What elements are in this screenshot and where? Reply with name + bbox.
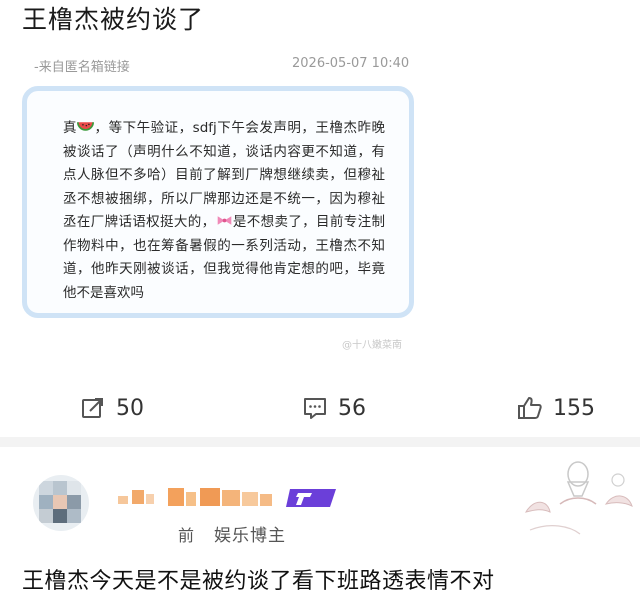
quote-card-text: 真，等下午验证，sdfj下午会发声明，王橹杰昨晚被谈话了（声明什么不知道，谈话内…	[63, 117, 385, 305]
like-count: 155	[553, 395, 595, 421]
watermelon-icon	[77, 122, 95, 131]
repost-icon	[82, 398, 103, 418]
post-title: 王橹杰被约谈了	[22, 5, 205, 34]
section-divider	[0, 437, 640, 447]
user-tag-prefix: 前	[178, 526, 195, 545]
repost-button[interactable]: 50	[80, 388, 144, 428]
comment-count: 56	[338, 395, 366, 421]
decorative-card-background	[524, 461, 633, 535]
post-timestamp: 2026-05-07 10:40	[292, 56, 410, 71]
like-button[interactable]: 155	[517, 388, 595, 428]
bow-icon	[217, 216, 231, 225]
repost-count: 50	[116, 395, 144, 421]
username-blurred[interactable]	[118, 488, 272, 508]
user-tag: 娱乐博主	[214, 526, 286, 546]
comment-button[interactable]: 56	[302, 388, 366, 428]
vip-badge-icon	[286, 489, 336, 507]
watermark: @十八嫩菜南	[342, 340, 402, 351]
comment-text: 王橹杰今天是不是被约谈了看下班路透表情不对	[22, 569, 495, 594]
avatar[interactable]	[33, 475, 89, 531]
quote-card: 真，等下午验证，sdfj下午会发声明，王橹杰昨晚被谈话了（声明什么不知道，谈话内…	[22, 86, 414, 318]
thumbs-up-icon	[518, 397, 542, 419]
post-source[interactable]: -来自匿名箱链接	[34, 56, 130, 75]
action-bar: 50 56 155	[0, 388, 640, 428]
comment-icon	[304, 398, 326, 419]
card-text-start: 真	[63, 120, 78, 136]
